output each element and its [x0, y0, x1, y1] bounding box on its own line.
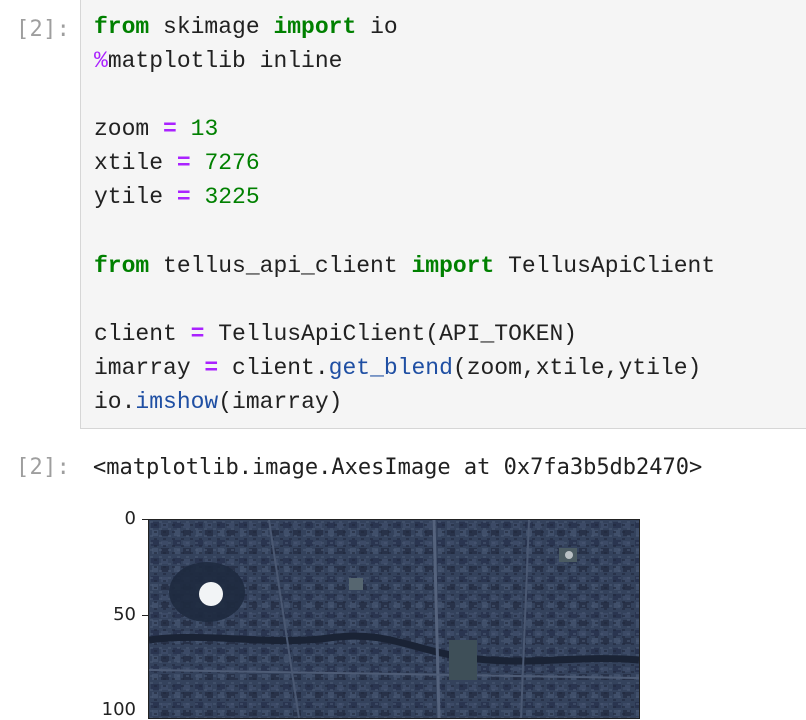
- code-token: zoom: [94, 116, 164, 143]
- code-editor[interactable]: from skimage import io %matplotlib inline…: [80, 0, 806, 429]
- code-token: get_blend: [328, 354, 453, 381]
- code-token: io: [356, 14, 398, 40]
- code-token: %: [94, 48, 108, 75]
- input-cell[interactable]: [2]: from skimage import io %matplotlib i…: [0, 0, 806, 430]
- code-token: matplotlib inline: [107, 48, 343, 75]
- y-tick-label-100: 100: [101, 699, 136, 720]
- code-line: ytile = 3225: [94, 180, 715, 214]
- code-token: (zoom,xtile,ytile): [452, 354, 702, 381]
- code-line: zoom = 13: [94, 112, 715, 146]
- output-repr-text: <matplotlib.image.AxesImage at 0x7fa3b5d…: [93, 455, 703, 480]
- code-line: from tellus_api_client import TellusApiC…: [94, 249, 715, 283]
- code-token: =: [176, 184, 191, 211]
- code-token: io.: [94, 389, 136, 416]
- code-token: from: [94, 252, 150, 279]
- y-tick-label-0: 0: [124, 508, 136, 529]
- code-token: TellusApiClient: [494, 252, 716, 279]
- code-token: client.: [218, 354, 329, 381]
- code-token: 7276: [204, 150, 260, 177]
- input-prompt: [2]:: [16, 17, 71, 42]
- code-token: client: [94, 320, 191, 347]
- code-token: (imarray): [218, 389, 343, 416]
- code-token: TellusApiClient(API_TOKEN): [204, 320, 578, 347]
- code-line: %matplotlib inline: [94, 44, 715, 78]
- code-token: 13: [190, 116, 219, 143]
- code-line: imarray = client.get_blend(zoom,xtile,yt…: [94, 351, 715, 385]
- code-token: =: [190, 320, 205, 347]
- y-tick-label-50: 50: [113, 604, 136, 625]
- code-token: ytile: [94, 184, 177, 211]
- code-token: imshow: [135, 389, 219, 416]
- code-line: xtile = 7276: [94, 146, 715, 180]
- imshow-plot: 0 50 100: [100, 508, 660, 720]
- satellite-image: [148, 519, 640, 719]
- code-token: from: [94, 14, 150, 40]
- code-text[interactable]: from skimage import io %matplotlib inline…: [94, 10, 715, 419]
- code-line: client = TellusApiClient(API_TOKEN): [94, 317, 715, 351]
- code-token: import: [411, 252, 495, 279]
- code-token: imarray: [94, 354, 205, 381]
- code-token: tellus_api_client: [149, 252, 412, 279]
- code-token: skimage: [149, 14, 274, 40]
- code-token: =: [204, 354, 219, 381]
- code-token: 3225: [204, 184, 260, 211]
- satellite-image-raster: [149, 520, 639, 718]
- code-line: from skimage import io: [94, 10, 715, 44]
- code-line: io.imshow(imarray): [94, 385, 715, 419]
- code-token: xtile: [94, 150, 177, 177]
- code-token: import: [273, 14, 357, 40]
- code-token: =: [176, 150, 191, 177]
- output-prompt: [2]:: [16, 455, 71, 480]
- output-cell: [2]: <matplotlib.image.AxesImage at 0x7f…: [0, 440, 806, 720]
- code-token: =: [163, 116, 177, 143]
